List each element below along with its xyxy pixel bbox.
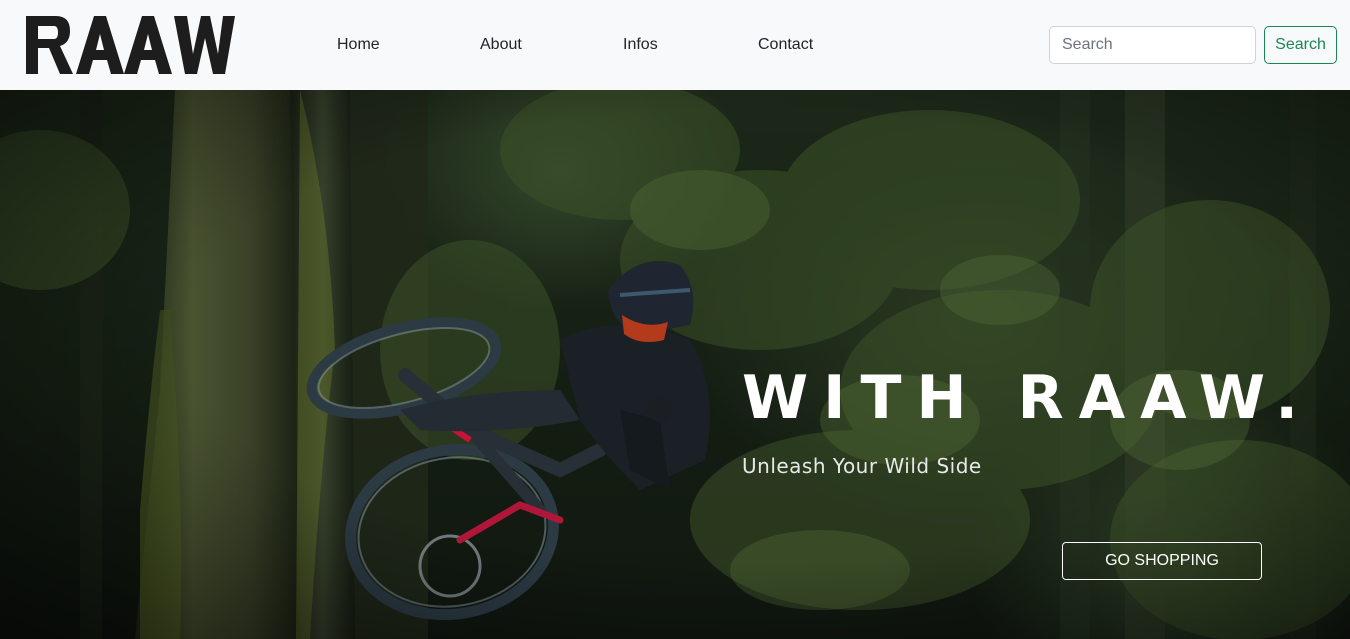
nav-item-about[interactable]: About — [480, 36, 522, 54]
hero-section: WITH RAAW. Unleash Your Wild Side GO SHO… — [0, 90, 1350, 639]
nav-item-home[interactable]: Home — [337, 36, 380, 54]
nav-item-infos[interactable]: Infos — [623, 36, 658, 54]
raaw-logo[interactable] — [24, 14, 236, 76]
search-button[interactable]: Search — [1264, 26, 1337, 64]
search-input[interactable] — [1049, 26, 1256, 64]
hero-title: WITH RAAW. — [742, 363, 1313, 433]
page: Home About Infos Contact Search Search W… — [0, 0, 1350, 639]
go-shopping-button[interactable]: GO SHOPPING — [1062, 542, 1262, 580]
navbar: Home About Infos Contact Search — [0, 0, 1350, 90]
nav-item-contact[interactable]: Contact — [758, 36, 813, 54]
hero-subtitle: Unleash Your Wild Side — [742, 454, 982, 478]
